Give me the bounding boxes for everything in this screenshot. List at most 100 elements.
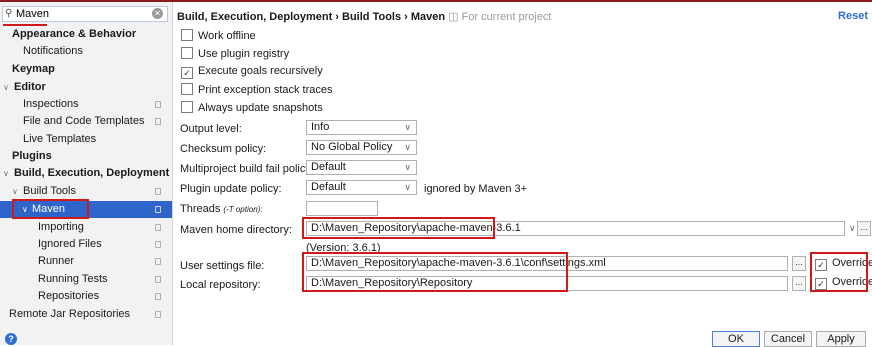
output-level-select[interactable]: Info ∨ bbox=[306, 120, 417, 135]
checkbox-label: Always update snapshots bbox=[198, 102, 323, 114]
clear-icon[interactable]: ✕ bbox=[152, 8, 163, 19]
checkbox-box[interactable] bbox=[181, 47, 193, 59]
user-settings-label: User settings file: bbox=[180, 260, 265, 272]
checksum-policy-label: Checksum policy: bbox=[180, 143, 267, 155]
sidebar-item-label: Plugins bbox=[12, 150, 52, 162]
threads-hint: (-T option): bbox=[223, 205, 263, 214]
sidebar-item-label: Build, Execution, Deployment bbox=[14, 167, 170, 179]
print-exception-stack-traces-checkbox[interactable]: Print exception stack traces bbox=[181, 83, 333, 96]
sidebar-item-label: Live Templates bbox=[23, 133, 97, 145]
user-settings-browse-button[interactable]: ... bbox=[792, 256, 806, 271]
project-scope-icon: ◫ bbox=[448, 11, 459, 23]
reset-link[interactable]: Reset bbox=[838, 10, 868, 22]
sidebar-item-appearance[interactable]: Appearance & Behavior bbox=[0, 26, 172, 43]
select-value: Default bbox=[311, 181, 346, 193]
multiproject-fail-policy-label: Multiproject build fail policy: bbox=[180, 163, 314, 175]
checkbox-box[interactable] bbox=[181, 101, 193, 113]
plugin-update-policy-select[interactable]: Default ∨ bbox=[306, 180, 417, 195]
sidebar-item-ignored-files[interactable]: Ignored Files bbox=[0, 236, 172, 253]
maven-highlight-box bbox=[12, 199, 89, 219]
maven-home-browse-button[interactable]: ... bbox=[857, 221, 871, 236]
sidebar-item-runner[interactable]: Runner bbox=[0, 253, 172, 270]
select-value: Info bbox=[311, 121, 330, 133]
use-plugin-registry-checkbox[interactable]: Use plugin registry bbox=[181, 47, 289, 60]
multiproject-fail-policy-select[interactable]: Default ∨ bbox=[306, 160, 417, 175]
threads-label: Threads (-T option): bbox=[180, 203, 263, 215]
local-repository-label: Local repository: bbox=[180, 279, 261, 291]
breadcrumb-path: Build, Execution, Deployment › Build Too… bbox=[177, 11, 446, 23]
project-scope-icon bbox=[155, 293, 161, 300]
sidebar-item-inspections[interactable]: Inspections bbox=[0, 96, 172, 113]
chevron-down-icon[interactable]: ∨ bbox=[849, 223, 856, 234]
search-box[interactable]: ⚲ ✕ bbox=[2, 6, 168, 22]
project-scope-icon bbox=[155, 188, 161, 195]
sidebar-item-label: Inspections bbox=[23, 98, 79, 110]
settings-paths-highlight-box bbox=[302, 252, 568, 292]
threads-input[interactable] bbox=[306, 201, 378, 216]
sidebar-item-file-code-templates[interactable]: File and Code Templates bbox=[0, 113, 172, 130]
project-scope-icon bbox=[155, 224, 161, 231]
sidebar-item-build-execution-deployment[interactable]: ∨ Build, Execution, Deployment bbox=[0, 165, 172, 182]
project-scope-icon bbox=[155, 241, 161, 248]
plugin-update-note: ignored by Maven 3+ bbox=[424, 183, 528, 195]
checkbox-box[interactable]: ✓ bbox=[181, 67, 193, 79]
maven-home-highlight-box bbox=[302, 217, 495, 239]
sidebar-item-label: Appearance & Behavior bbox=[12, 28, 137, 40]
local-repository-browse-button[interactable]: ... bbox=[792, 276, 806, 291]
sidebar-item-plugins[interactable]: Plugins bbox=[0, 148, 172, 165]
checkbox-label: Work offline bbox=[198, 30, 256, 42]
breadcrumb-note-text: For current project bbox=[461, 11, 552, 23]
output-level-label: Output level: bbox=[180, 123, 242, 135]
project-scope-icon bbox=[155, 311, 161, 318]
checkbox-label: Print exception stack traces bbox=[198, 84, 333, 96]
sidebar-item-label: Importing bbox=[38, 221, 84, 233]
sidebar-item-editor[interactable]: ∨ Editor bbox=[0, 79, 172, 96]
checkbox-label: Use plugin registry bbox=[198, 48, 290, 60]
sidebar-item-build-tools[interactable]: ∨ Build Tools bbox=[0, 183, 172, 200]
maven-home-label: Maven home directory: bbox=[180, 224, 292, 236]
sidebar-item-label: Running Tests bbox=[38, 273, 108, 285]
sidebar-item-label: Ignored Files bbox=[38, 238, 102, 250]
sidebar-item-label: Build Tools bbox=[23, 185, 76, 197]
sidebar-item-remote-jar-repositories[interactable]: Remote Jar Repositories bbox=[0, 306, 172, 323]
sidebar-item-label: Keymap bbox=[12, 63, 55, 75]
project-scope-icon bbox=[155, 258, 161, 265]
checkbox-label: Execute goals recursively bbox=[198, 65, 323, 77]
sidebar-item-label: File and Code Templates bbox=[23, 115, 145, 127]
checkbox-box[interactable] bbox=[181, 29, 193, 41]
select-value: No Global Policy bbox=[311, 141, 393, 153]
select-value: Default bbox=[311, 161, 346, 173]
help-icon[interactable]: ? bbox=[5, 333, 17, 345]
checkbox-box[interactable] bbox=[181, 83, 193, 95]
project-scope-icon bbox=[155, 118, 161, 125]
execute-goals-recursively-checkbox[interactable]: ✓ Execute goals recursively bbox=[181, 65, 323, 79]
breadcrumb-note: ◫ For current project bbox=[448, 11, 551, 23]
checksum-policy-select[interactable]: No Global Policy ∨ bbox=[306, 140, 417, 155]
sidebar-item-repositories[interactable]: Repositories bbox=[0, 288, 172, 305]
chevron-down-icon: ∨ bbox=[404, 162, 411, 172]
sidebar-item-running-tests[interactable]: Running Tests bbox=[0, 271, 172, 288]
project-scope-icon bbox=[155, 276, 161, 283]
sidebar-item-label: Remote Jar Repositories bbox=[9, 308, 131, 320]
search-icon: ⚲ bbox=[5, 8, 13, 19]
chevron-down-icon: ∨ bbox=[404, 182, 411, 192]
chevron-down-icon[interactable]: ∨ bbox=[12, 183, 18, 200]
override-highlight-box bbox=[810, 252, 868, 292]
sidebar-item-importing[interactable]: Importing bbox=[0, 219, 172, 236]
search-input[interactable] bbox=[16, 7, 144, 21]
sidebar-item-label: Editor bbox=[14, 81, 46, 93]
plugin-update-policy-label: Plugin update policy: bbox=[180, 183, 282, 195]
project-scope-icon bbox=[155, 206, 161, 213]
sidebar-item-label: Notifications bbox=[23, 45, 83, 57]
chevron-down-icon[interactable]: ∨ bbox=[3, 165, 9, 182]
sidebar-item-keymap[interactable]: Keymap bbox=[0, 61, 172, 78]
sidebar-item-label: Repositories bbox=[38, 290, 100, 302]
breadcrumb: Build, Execution, Deployment › Build Too… bbox=[177, 10, 552, 23]
sidebar-item-label: Runner bbox=[38, 255, 75, 267]
settings-sidebar: ⚲ ✕ Appearance & Behavior Notifications … bbox=[0, 2, 173, 345]
work-offline-checkbox[interactable]: Work offline bbox=[181, 29, 256, 42]
sidebar-item-live-templates[interactable]: Live Templates bbox=[0, 131, 172, 148]
sidebar-item-notifications[interactable]: Notifications bbox=[0, 43, 172, 60]
chevron-down-icon[interactable]: ∨ bbox=[3, 79, 9, 96]
always-update-snapshots-checkbox[interactable]: Always update snapshots bbox=[181, 101, 323, 114]
